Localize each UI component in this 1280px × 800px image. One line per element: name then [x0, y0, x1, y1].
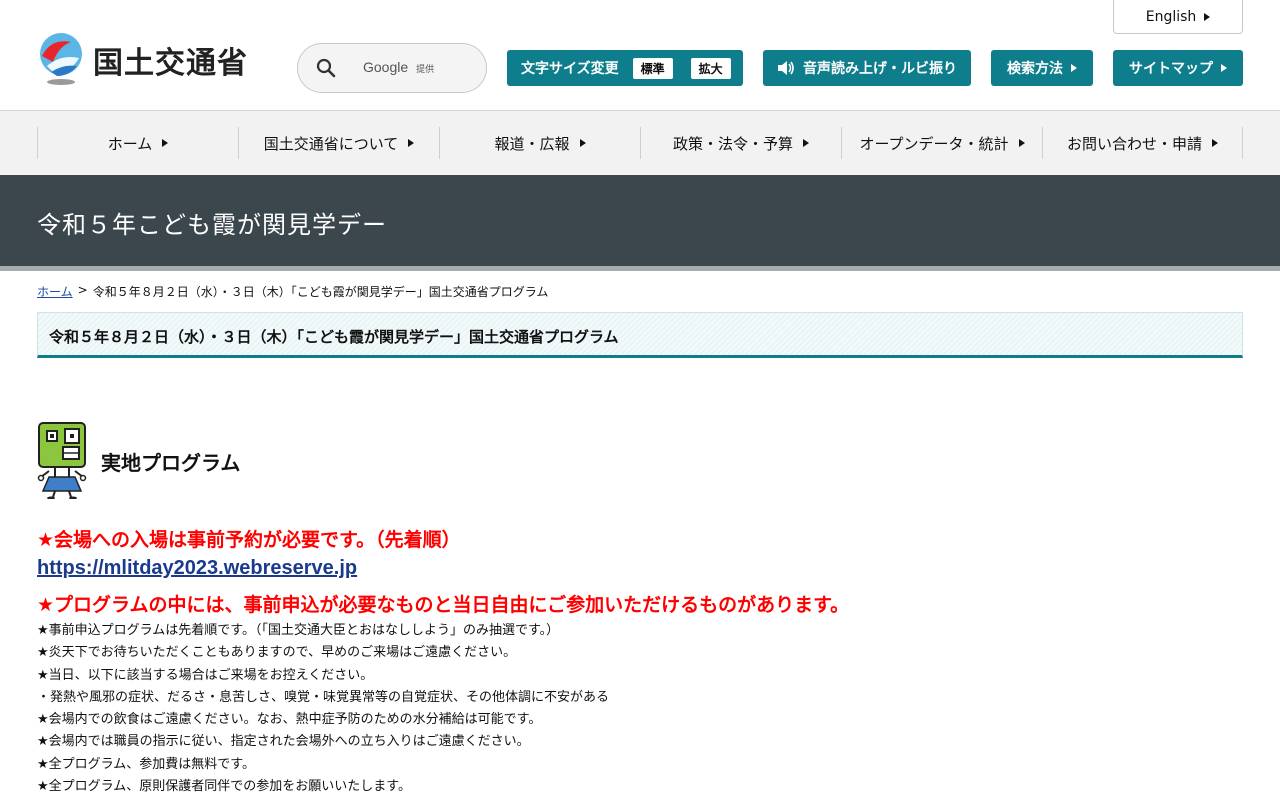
english-label: English — [1145, 8, 1197, 25]
breadcrumb-current: 令和５年８月２日（水）・３日（木）「こども霞が関見学デー」国土交通省プログラム — [92, 285, 549, 299]
notes-list: ★事前申込プログラムは先着順です。（「国土交通大臣とおはなししよう」のみ抽選です… — [37, 620, 609, 798]
mlit-logo-icon — [40, 33, 82, 85]
note-item: ★当日、以下に該当する場合はご来場をお控えください。 — [37, 667, 374, 683]
notice-reservation: ★会場への入場は事前予約が必要です。（先着順） — [37, 529, 461, 551]
triangle-right-icon — [1221, 64, 1227, 72]
triangle-right-icon — [803, 139, 809, 147]
page-title: 令和５年こども霞が関見学デー — [37, 211, 387, 239]
note-item: ・発熱や風邪の症状、だるさ・息苦しさ、嗅覚・味覚異常等の自覚症状、その他体調に不… — [37, 689, 610, 705]
nav-item-label: 報道・広報 — [494, 134, 570, 153]
note-item: ★事前申込プログラムは先着順です。（「国土交通大臣とおはなししよう」のみ抽選です… — [37, 623, 560, 638]
section-heading-text: 令和５年８月２日（水）・３日（木）「こども霞が関見学デー」国土交通省プログラム — [49, 328, 619, 346]
triangle-right-icon — [579, 139, 586, 147]
search-howto-button[interactable]: 検索方法 — [991, 50, 1093, 86]
title-divider — [0, 266, 1280, 271]
nav-item-policy[interactable]: 政策・法令・予算 — [640, 127, 841, 159]
mascot-character-icon — [37, 422, 87, 499]
nav-item-label: 政策・法令・予算 — [672, 134, 793, 153]
triangle-right-icon — [408, 139, 415, 147]
site-logo[interactable]: 国土交通省 — [37, 32, 248, 88]
breadcrumb-home-link[interactable]: ホーム — [37, 283, 73, 300]
nav-item-label: オープンデータ・統計 — [859, 134, 1009, 153]
english-button[interactable]: English — [1113, 0, 1243, 34]
program-title: 実地プログラム — [101, 451, 241, 475]
reservation-link[interactable]: https://mlitday2023.webreserve.jp — [37, 557, 357, 580]
page-title-band: 令和５年こども霞が関見学デー — [0, 175, 1280, 266]
sitemap-button[interactable]: サイトマップ — [1113, 50, 1243, 86]
note-item: ★会場内での飲食はご遠慮ください。なお、熱中症予防のための水分補給は可能です。 — [37, 712, 542, 728]
search-input[interactable] — [350, 52, 480, 84]
search-howto-label: 検索方法 — [1007, 61, 1063, 77]
voice-ruby-button[interactable]: 音声読み上げ・ルビ振り — [763, 50, 971, 86]
nav-item-press[interactable]: 報道・広報 — [439, 127, 640, 159]
note-item: ★会場内では職員の指示に従い、指定された会場外への立ち入りはご遠慮ください。 — [37, 734, 530, 750]
site-search: Google 提供 — [297, 43, 487, 93]
section-heading: 令和５年８月２日（水）・３日（木）「こども霞が関見学デー」国土交通省プログラム — [37, 312, 1243, 358]
breadcrumb-separator: > — [77, 283, 88, 297]
triangle-right-icon — [1204, 12, 1211, 21]
note-item: ★全プログラム、参加費は無料です。 — [37, 756, 255, 772]
note-item: ★全プログラム、原則保護者同伴での参加をお願いいたします。 — [37, 779, 411, 795]
font-size-label: 文字サイズ変更 — [521, 61, 619, 77]
note-item: ★炎天下でお待ちいただくこともありますので、早めのご来場はご遠慮ください。 — [37, 645, 517, 661]
nav-item-contact[interactable]: お問い合わせ・申請 — [1042, 127, 1243, 159]
triangle-right-icon — [1212, 139, 1218, 147]
sitemap-label: サイトマップ — [1129, 61, 1213, 77]
notice-registration: ★プログラムの中には、事前申込が必要なものと当日自由にご参加いただけるものがあり… — [37, 594, 850, 616]
voice-ruby-label: 音声読み上げ・ルビ振り — [803, 61, 957, 77]
nav-item-label: ホーム — [107, 134, 153, 153]
search-icon[interactable] — [316, 58, 336, 78]
nav-item-label: お問い合わせ・申請 — [1066, 134, 1202, 153]
logo-text: 国土交通省 — [93, 46, 248, 81]
triangle-right-icon — [1018, 139, 1025, 147]
nav-item-about[interactable]: 国土交通省について — [238, 127, 439, 159]
nav-item-home[interactable]: ホーム — [37, 127, 238, 159]
site-header: 国土交通省 Google 提供 English 文字サイズ変更 標準 拡大 音声… — [0, 0, 1280, 111]
nav-item-label: 国土交通省について — [263, 134, 399, 153]
breadcrumb: ホーム > 令和５年８月２日（水）・３日（木）「こども霞が関見学デー」国土交通省… — [37, 283, 548, 300]
font-size-large-button[interactable]: 拡大 — [690, 57, 731, 79]
nav-item-opendata[interactable]: オープンデータ・統計 — [841, 127, 1042, 159]
font-size-switcher: 文字サイズ変更 標準 拡大 — [507, 50, 743, 86]
global-nav: ホーム 国土交通省について 報道・広報 政策・法令・予算 オープンデータ・統計 … — [0, 111, 1280, 175]
speaker-icon — [778, 61, 794, 75]
font-size-standard-button[interactable]: 標準 — [632, 57, 673, 79]
triangle-right-icon — [1071, 64, 1077, 72]
triangle-right-icon — [162, 139, 169, 147]
